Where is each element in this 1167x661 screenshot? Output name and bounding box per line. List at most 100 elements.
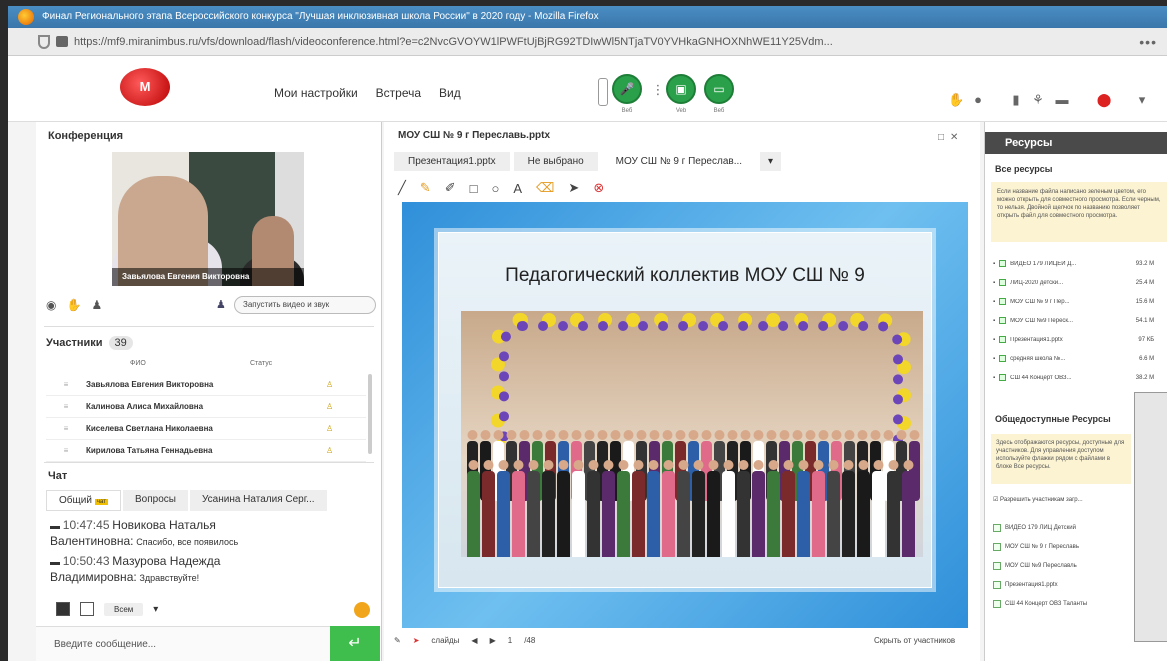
hide-from-participants[interactable]: Скрыть от участников bbox=[874, 636, 955, 645]
close-icon[interactable]: ✕ bbox=[950, 132, 964, 143]
drag-handle-icon[interactable]: ≡ bbox=[46, 402, 86, 411]
resource-item[interactable]: ▪ СШ 44 Концерт ОВЗ... 38.2 М bbox=[993, 368, 1167, 387]
pointer-icon[interactable]: ➤ bbox=[568, 180, 579, 196]
share-checkbox[interactable] bbox=[999, 279, 1007, 286]
raise-hand-icon[interactable]: ✋ bbox=[948, 92, 964, 108]
menu-my-settings[interactable]: Мои настройки bbox=[274, 86, 358, 100]
floating-volume-window[interactable] bbox=[1134, 392, 1167, 642]
record-icon[interactable]: ⬤ bbox=[1096, 92, 1112, 108]
hand-icon[interactable]: ✋ bbox=[66, 298, 81, 312]
allow-download-checkbox[interactable]: ☑ Разрешить участникам загр... bbox=[993, 496, 1083, 503]
participants-scrollbar[interactable] bbox=[368, 374, 372, 454]
users-icon[interactable]: ♟ bbox=[91, 298, 102, 312]
stats-icon[interactable]: ▮ bbox=[1008, 92, 1024, 108]
share-checkbox[interactable] bbox=[999, 336, 1007, 343]
prev-slide-icon[interactable]: ◀ bbox=[471, 636, 477, 645]
ellipse-icon[interactable]: ○ bbox=[492, 181, 500, 196]
participant-row[interactable]: ≡ Киселева Светлана Николаевна ♙ bbox=[46, 418, 366, 440]
enter-icon: ↵ bbox=[348, 635, 362, 652]
screen-share-button[interactable]: ▭ bbox=[704, 74, 734, 104]
person-head bbox=[813, 460, 824, 470]
text-color-icon[interactable] bbox=[56, 602, 70, 616]
public-resource-item[interactable]: СШ 44 Концерт ОВЗ Таланты bbox=[993, 594, 1133, 613]
pointer-red-icon[interactable]: ➤ bbox=[413, 636, 420, 645]
share-checkbox[interactable] bbox=[999, 355, 1007, 362]
clear-icon[interactable]: ⊗ bbox=[593, 180, 604, 196]
col-name[interactable]: ФИО bbox=[110, 360, 250, 367]
shield-icon[interactable] bbox=[38, 34, 50, 49]
pencil-icon[interactable]: ✐ bbox=[445, 180, 456, 196]
expand-icon[interactable]: ▪ bbox=[993, 375, 995, 381]
rectangle-icon[interactable]: □ bbox=[470, 181, 478, 196]
drag-handle-icon[interactable]: ≡ bbox=[46, 424, 86, 433]
col-status[interactable]: Статус bbox=[250, 360, 300, 367]
drag-handle-icon[interactable]: ≡ bbox=[46, 446, 86, 455]
chat-input[interactable]: Введите сообщение... bbox=[36, 626, 330, 661]
media-start-dropdown[interactable]: Запустить видео и звук bbox=[234, 296, 376, 314]
expand-icon[interactable]: ▪ bbox=[993, 318, 995, 324]
tab-presentation1[interactable]: Презентация1.pptx bbox=[394, 152, 510, 171]
participant-row[interactable]: ≡ Кирилова Татьяна Геннадьевна ♙ bbox=[46, 440, 366, 462]
tab-questions[interactable]: Вопросы bbox=[123, 490, 188, 511]
resource-item[interactable]: ▪ МОУ СШ №9 Переск... 54.1 М bbox=[993, 311, 1167, 330]
public-resource-item[interactable]: ВИДЕО 179 ЛИЦ Детский bbox=[993, 518, 1133, 537]
line-icon[interactable]: ╱ bbox=[398, 180, 406, 196]
highlighter-icon[interactable]: ✎ bbox=[420, 180, 431, 196]
reaction-icon[interactable]: ● bbox=[970, 92, 986, 108]
drag-handle-icon[interactable]: ≡ bbox=[46, 380, 86, 389]
share-checkbox[interactable] bbox=[999, 260, 1007, 267]
expand-icon[interactable]: ▪ bbox=[993, 337, 995, 343]
expand-icon[interactable]: ▪ bbox=[993, 356, 995, 362]
resource-item[interactable]: ▪ Презентация1.pptx 97 КБ bbox=[993, 330, 1167, 349]
lock-icon[interactable] bbox=[56, 36, 68, 47]
expand-icon[interactable]: ▪ bbox=[993, 261, 995, 267]
microphone-button[interactable]: 🎤 bbox=[612, 74, 642, 104]
tab-school9[interactable]: МОУ СШ № 9 г Переслав... bbox=[601, 152, 757, 171]
pen-icon[interactable]: ✎ bbox=[394, 636, 401, 645]
url-field[interactable]: https://mf9.miranimbus.ru/vfs/download/f… bbox=[74, 36, 1133, 48]
resource-item[interactable]: ▪ ВИДЕО 179 ЛИЦЕЙ Д... 93.2 М bbox=[993, 254, 1167, 273]
text-tool-icon[interactable]: A bbox=[513, 181, 522, 196]
share-icon[interactable]: ⚘ bbox=[1030, 92, 1046, 108]
share-checkbox[interactable] bbox=[999, 298, 1007, 305]
share-checkbox[interactable] bbox=[999, 374, 1007, 381]
tab-general[interactable]: Общий чат bbox=[46, 490, 121, 511]
checkbox-icon[interactable]: ☑ bbox=[993, 497, 1000, 503]
recipient-dropdown[interactable]: Всем bbox=[104, 602, 144, 616]
tab-private[interactable]: Усанина Наталия Серг... bbox=[189, 490, 327, 511]
expand-icon[interactable]: ▪ bbox=[993, 280, 995, 286]
video-feed[interactable]: Завьялова Евгения Викторовна bbox=[112, 152, 304, 286]
public-resource-item[interactable]: Презентация1.pptx bbox=[993, 575, 1133, 594]
resource-item[interactable]: ▪ МОУ СШ № 9 г Пер... 15.6 М bbox=[993, 292, 1167, 311]
folder-icon[interactable]: ▬ bbox=[1054, 92, 1070, 108]
participant-row[interactable]: ≡ Калинова Алиса Михайловна ♙ bbox=[46, 396, 366, 418]
participant-row[interactable]: ≡ Завьялова Евгения Викторовна ♙ bbox=[46, 374, 366, 396]
person-head bbox=[723, 460, 734, 470]
resource-item[interactable]: ▪ ЛИЦ-2020 детски... 25.4 М bbox=[993, 273, 1167, 292]
background-color-icon[interactable] bbox=[80, 602, 94, 616]
menu-meeting[interactable]: Встреча bbox=[376, 86, 421, 100]
page-number[interactable]: 1 bbox=[508, 636, 512, 645]
public-resource-item[interactable]: МОУ СШ № 9 г Переславь bbox=[993, 537, 1133, 556]
eraser-icon[interactable]: ⌫ bbox=[536, 180, 554, 196]
volume-slider-icon[interactable]: ⋮ bbox=[650, 82, 666, 98]
tabs-dropdown[interactable]: ▾ bbox=[760, 152, 782, 171]
share-checkbox[interactable] bbox=[999, 317, 1007, 324]
public-resource-item[interactable]: МОУ СШ №9 Переславль bbox=[993, 556, 1133, 575]
send-button[interactable]: ↵ bbox=[330, 626, 380, 661]
exit-icon[interactable]: ▾ bbox=[1134, 92, 1150, 108]
maximize-icon[interactable]: □ bbox=[938, 132, 950, 143]
address-bar[interactable]: https://mf9.miranimbus.ru/vfs/download/f… bbox=[8, 28, 1167, 56]
emoji-icon[interactable] bbox=[354, 602, 370, 618]
tab-not-selected[interactable]: Не выбрано bbox=[513, 152, 598, 171]
person-head bbox=[779, 430, 790, 440]
page-actions-icon[interactable]: ••• bbox=[1139, 34, 1167, 50]
camera-button[interactable]: ▣ bbox=[666, 74, 696, 104]
video-settings-icon[interactable]: ◉ bbox=[46, 298, 56, 312]
slide-stage[interactable]: Педагогический коллектив МОУ СШ № 9 bbox=[402, 202, 968, 628]
next-slide-icon[interactable]: ▶ bbox=[490, 636, 496, 645]
resource-item[interactable]: ▪ средняя школа №... 6.6 М bbox=[993, 349, 1167, 368]
chevron-down-icon[interactable]: ▾ bbox=[153, 604, 158, 615]
menu-view[interactable]: Вид bbox=[439, 86, 461, 100]
expand-icon[interactable]: ▪ bbox=[993, 299, 995, 305]
